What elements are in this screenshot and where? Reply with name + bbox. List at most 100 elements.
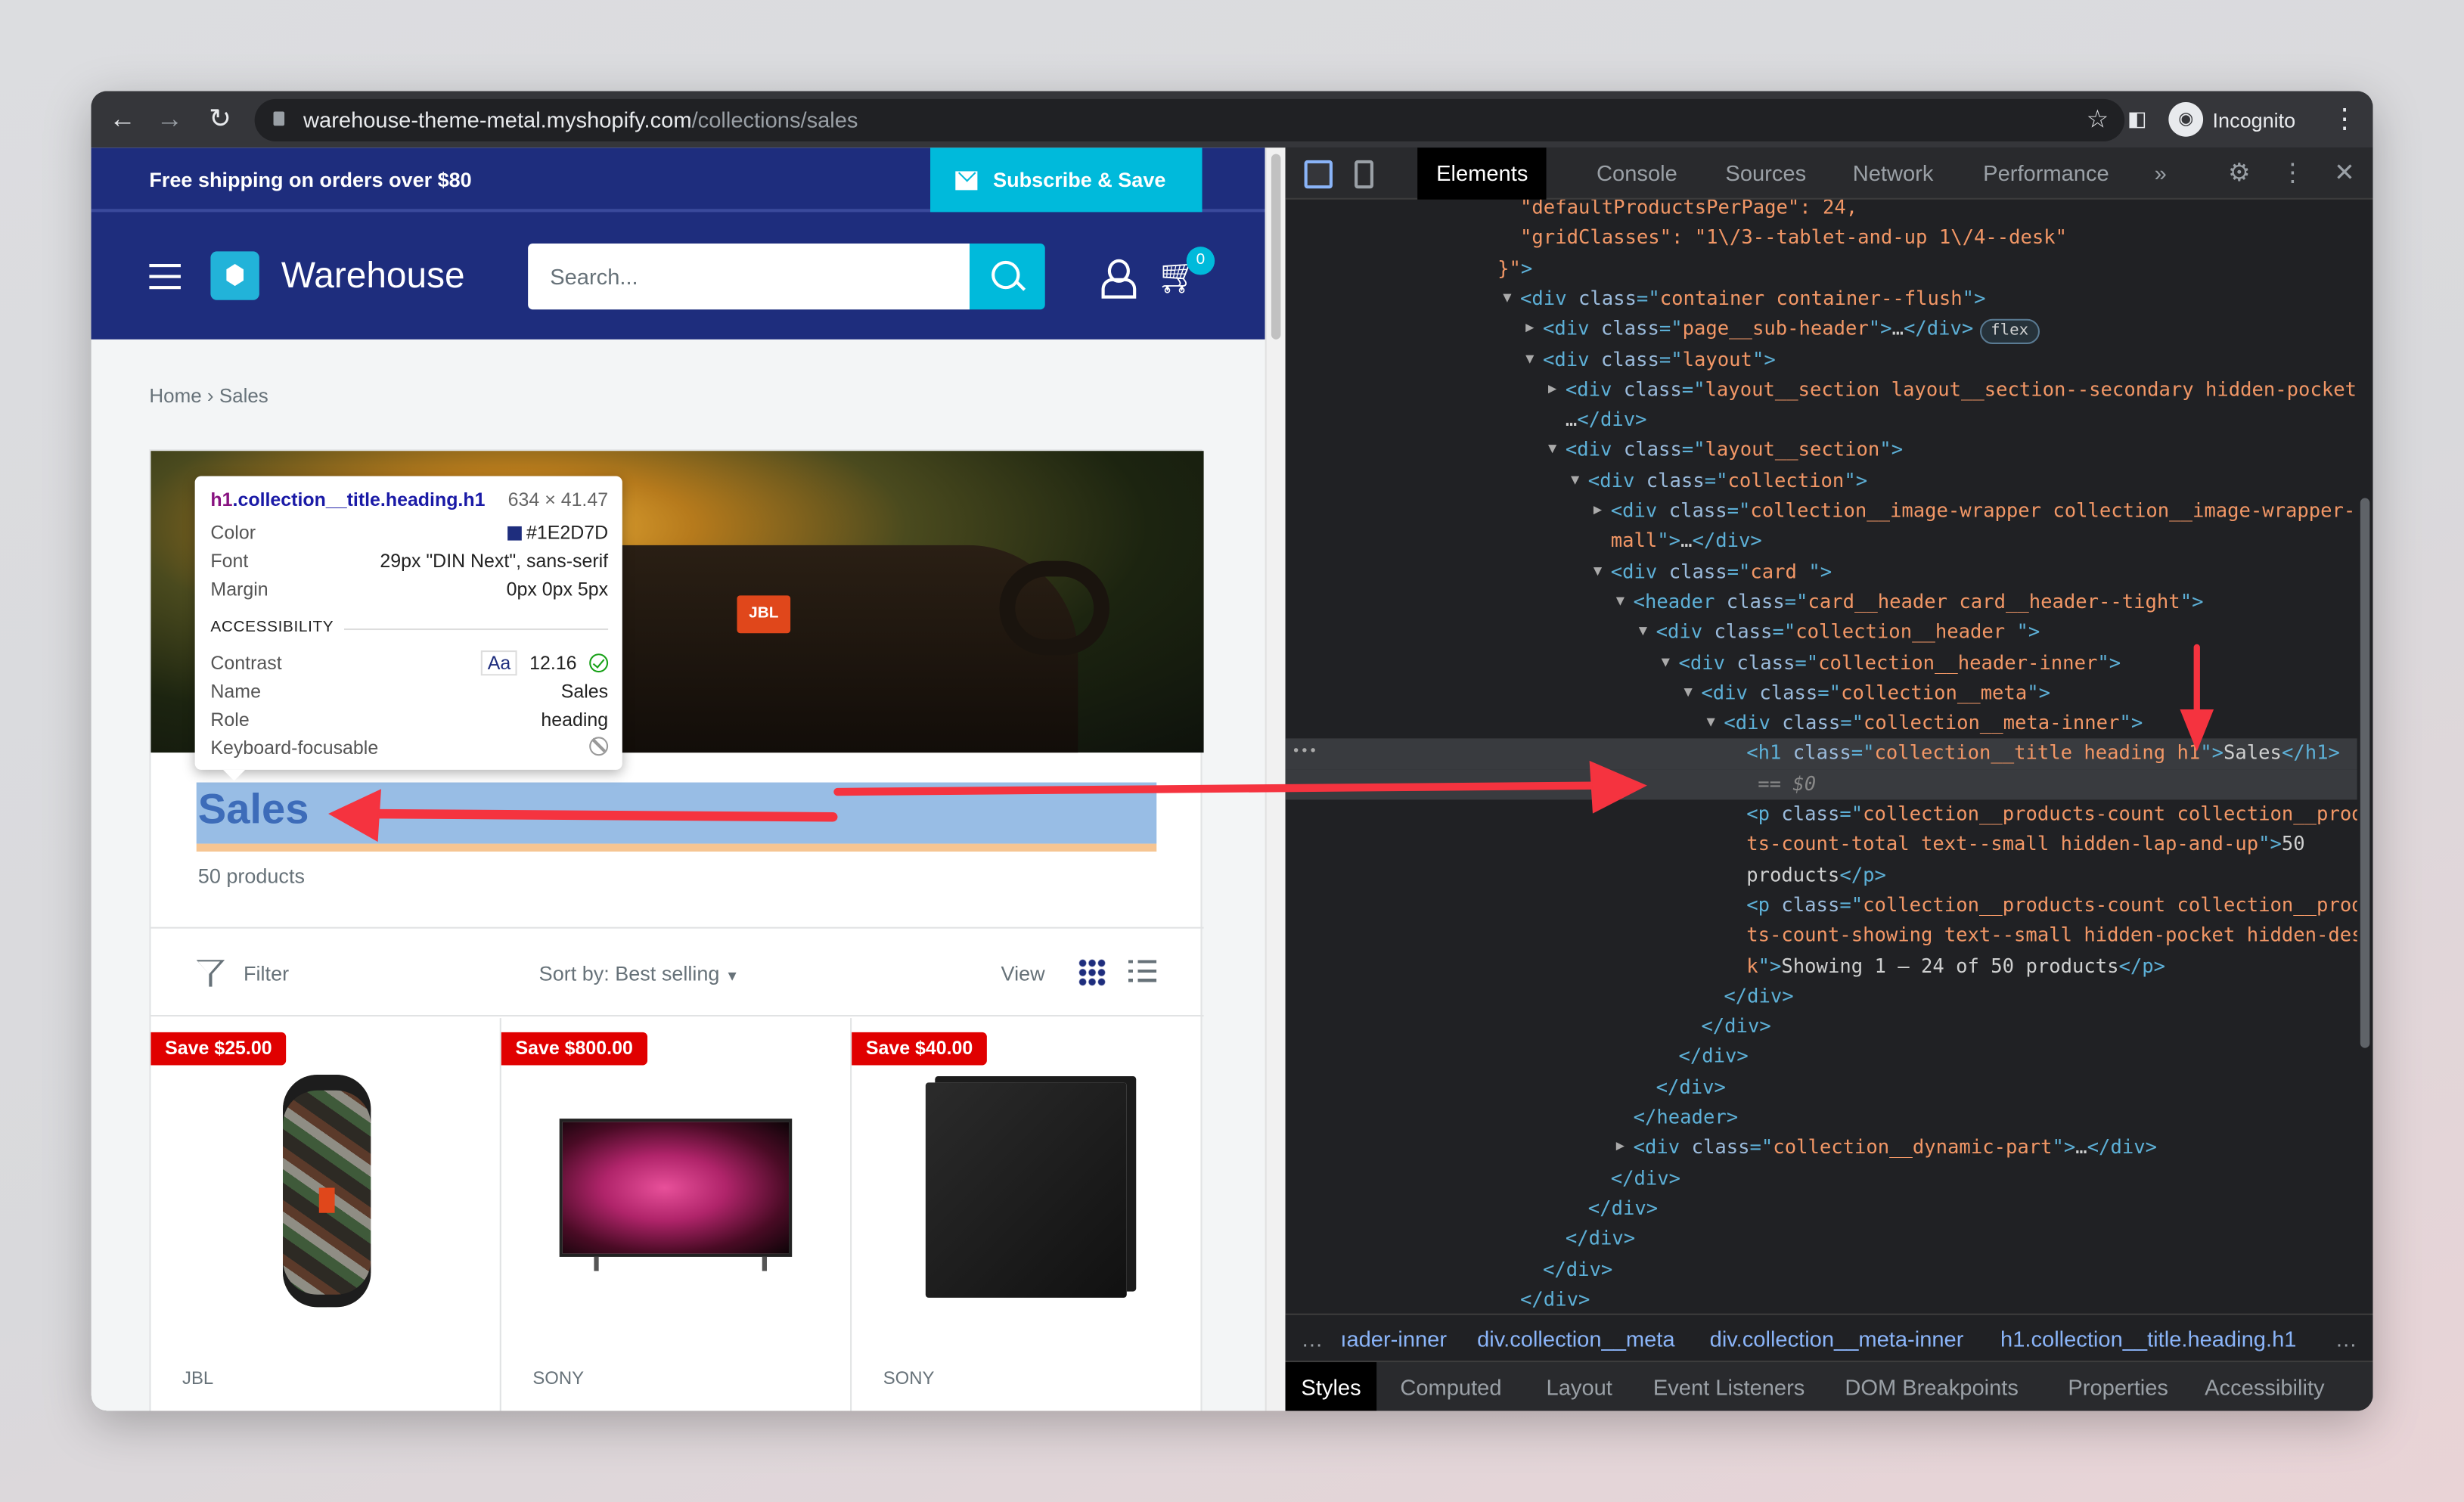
collapse-triangle-icon[interactable]: ▶: [1594, 496, 1602, 526]
list-view-icon[interactable]: [1128, 960, 1157, 985]
flex-badge[interactable]: flex: [1979, 319, 2040, 345]
sidepanel-icon[interactable]: ◧: [2121, 104, 2153, 135]
tab-more[interactable]: »: [2136, 147, 2186, 200]
device-toolbar-icon[interactable]: [1355, 160, 1373, 189]
dom-node[interactable]: ts-count-total text--small hidden-lap-an…: [1286, 830, 2357, 860]
dom-node[interactable]: </div>: [1286, 982, 2357, 1012]
expand-triangle-icon[interactable]: ▼: [1616, 588, 1625, 618]
account-icon[interactable]: [1100, 259, 1137, 299]
expand-triangle-icon[interactable]: ▼: [1594, 557, 1602, 588]
tab-accessibility[interactable]: Accessibility: [2189, 1362, 2340, 1410]
tab-layout[interactable]: Layout: [1531, 1362, 1628, 1410]
dom-node[interactable]: ▶ <div class="page__sub-header">…</div> fl…: [1286, 315, 2357, 345]
product-image[interactable]: [925, 1082, 1127, 1298]
tab-properties[interactable]: Properties: [2053, 1362, 2184, 1410]
dom-node[interactable]: ▶ <div class="collection__dynamic-part">……: [1286, 1133, 2357, 1163]
close-icon[interactable]: ✕: [2330, 160, 2358, 188]
breadcrumb-item[interactable]: …: [1301, 1326, 1323, 1351]
dom-node[interactable]: ▼ <div class="collection__meta">: [1286, 678, 2357, 709]
dom-node[interactable]: }">: [1286, 254, 2357, 284]
dom-node[interactable]: </div>: [1286, 1285, 2357, 1314]
ellipsis-icon[interactable]: •••: [1292, 739, 1317, 769]
sort-dropdown[interactable]: Sort by: Best selling ▼: [539, 961, 740, 985]
dom-node[interactable]: </div>: [1286, 1194, 2357, 1224]
dom-node[interactable]: </div>: [1286, 1012, 2357, 1042]
back-icon[interactable]: ←: [107, 104, 138, 135]
breadcrumb-home[interactable]: Home: [149, 385, 201, 407]
dom-node[interactable]: ▼ <div class="collection__meta-inner">: [1286, 709, 2357, 739]
dom-node[interactable]: products</p>: [1286, 861, 2357, 891]
forward-icon[interactable]: →: [154, 104, 186, 135]
dom-node[interactable]: …</div>: [1286, 405, 2357, 436]
dom-node[interactable]: </div>: [1286, 1255, 2357, 1285]
dom-node[interactable]: ▼ <div class="card ">: [1286, 557, 2357, 588]
product-image[interactable]: [559, 1119, 793, 1271]
dom-node[interactable]: ▶ <div class="collection__image-wrapper c…: [1286, 496, 2357, 526]
expand-triangle-icon[interactable]: ▼: [1571, 466, 1579, 496]
expand-triangle-icon[interactable]: ▼: [1525, 345, 1534, 375]
tab-console[interactable]: Console: [1578, 147, 1696, 200]
dom-node[interactable]: ▼ <div class="collection__header ">: [1286, 618, 2357, 648]
breadcrumb-item[interactable]: div.collection__meta-inner: [1710, 1326, 1964, 1351]
tab-event-listeners[interactable]: Event Listeners: [1637, 1362, 1820, 1410]
grid-view-icon[interactable]: [1078, 958, 1106, 987]
gear-icon[interactable]: ⚙: [2225, 160, 2253, 188]
dom-node[interactable]: ▼ <div class="collection__header-inner">: [1286, 648, 2357, 678]
tab-styles[interactable]: Styles: [1285, 1362, 1377, 1411]
dom-node[interactable]: "gridClasses": "1\/3--tablet-and-up 1\/4…: [1286, 224, 2357, 254]
collapse-triangle-icon[interactable]: ▶: [1616, 1133, 1625, 1163]
dom-node[interactable]: k">Showing 1 – 24 of 50 products</p>: [1286, 951, 2357, 982]
address-bar[interactable]: warehouse-theme-metal.myshopify.com/coll…: [254, 98, 2125, 141]
search-button[interactable]: [970, 243, 1045, 310]
menu-icon[interactable]: ⋮: [2329, 104, 2360, 135]
product-card[interactable]: Save $25.00 JBL: [151, 1018, 501, 1411]
dom-node[interactable]: ▼ <div class="container container--flush"…: [1286, 284, 2357, 315]
selected-dom-node[interactable]: ••• <h1 class="collection__title heading …: [1285, 739, 2357, 770]
collapse-triangle-icon[interactable]: ▶: [1525, 315, 1534, 345]
tab-dom-breakpoints[interactable]: DOM Breakpoints: [1829, 1362, 2034, 1410]
product-card[interactable]: Save $800.00 SONY: [501, 1018, 852, 1411]
dom-node[interactable]: <p class="collection__products-count col…: [1286, 799, 2357, 830]
dom-node[interactable]: <p class="collection__products-count col…: [1286, 891, 2357, 921]
dom-node[interactable]: ▶ <div class="layout__section layout__sec…: [1286, 375, 2357, 405]
logo-text[interactable]: Warehouse: [281, 255, 465, 297]
product-image[interactable]: [283, 1074, 371, 1308]
logo-icon[interactable]: [210, 251, 259, 300]
dom-node[interactable]: ts-count-showing text--small hidden-pock…: [1286, 921, 2357, 951]
filter-button[interactable]: Filter: [244, 961, 289, 985]
tab-sources[interactable]: Sources: [1706, 147, 1825, 200]
dom-node[interactable]: </div>: [1286, 1164, 2357, 1194]
collapse-triangle-icon[interactable]: ▶: [1548, 375, 1556, 405]
expand-triangle-icon[interactable]: ▼: [1662, 648, 1670, 678]
dom-node[interactable]: </div>: [1286, 1042, 2357, 1072]
dom-node[interactable]: ▼ <div class="layout">: [1286, 345, 2357, 375]
expand-triangle-icon[interactable]: ▼: [1706, 709, 1715, 739]
expand-triangle-icon[interactable]: ▼: [1548, 436, 1556, 466]
dom-node[interactable]: ▼ <div class="layout__section">: [1286, 436, 2357, 466]
dom-node[interactable]: ▼ <div class="collection">: [1286, 466, 2357, 496]
devtools-scrollbar[interactable]: [2357, 200, 2373, 1314]
page-scrollbar[interactable]: [1265, 147, 1286, 1411]
breadcrumb-item[interactable]: …: [2335, 1326, 2357, 1351]
product-card[interactable]: Save $40.00 SONY: [852, 1018, 1202, 1410]
breadcrumb-item[interactable]: h1.collection__title.heading.h1: [2000, 1326, 2296, 1351]
dom-node[interactable]: mall">…</div>: [1286, 527, 2357, 557]
dom-node[interactable]: ▼ <header class="card__header card__heade…: [1286, 588, 2357, 618]
dom-node[interactable]: </header>: [1286, 1103, 2357, 1133]
dom-node[interactable]: </div>: [1286, 1072, 2357, 1103]
expand-triangle-icon[interactable]: ▼: [1684, 678, 1693, 709]
profile-button[interactable]: ◉ Incognito: [2168, 102, 2295, 137]
dom-node[interactable]: "defaultProductsPerPage": 24,: [1286, 200, 2357, 224]
expand-triangle-icon[interactable]: ▼: [1639, 618, 1647, 648]
menu-icon[interactable]: [149, 264, 181, 290]
reload-icon[interactable]: ↻: [204, 104, 236, 135]
selected-dom-node[interactable]: == $0: [1285, 769, 2357, 800]
tab-computed[interactable]: Computed: [1385, 1362, 1518, 1410]
dom-node[interactable]: </div>: [1286, 1224, 2357, 1255]
inspect-element-icon[interactable]: [1304, 160, 1333, 189]
search-input[interactable]: Search...: [528, 243, 970, 310]
kebab-menu-icon[interactable]: ⋮: [2279, 160, 2307, 188]
subscribe-button[interactable]: Subscribe & Save: [930, 147, 1203, 213]
star-icon[interactable]: ☆: [2087, 104, 2109, 135]
tab-elements[interactable]: Elements: [1417, 147, 1547, 200]
